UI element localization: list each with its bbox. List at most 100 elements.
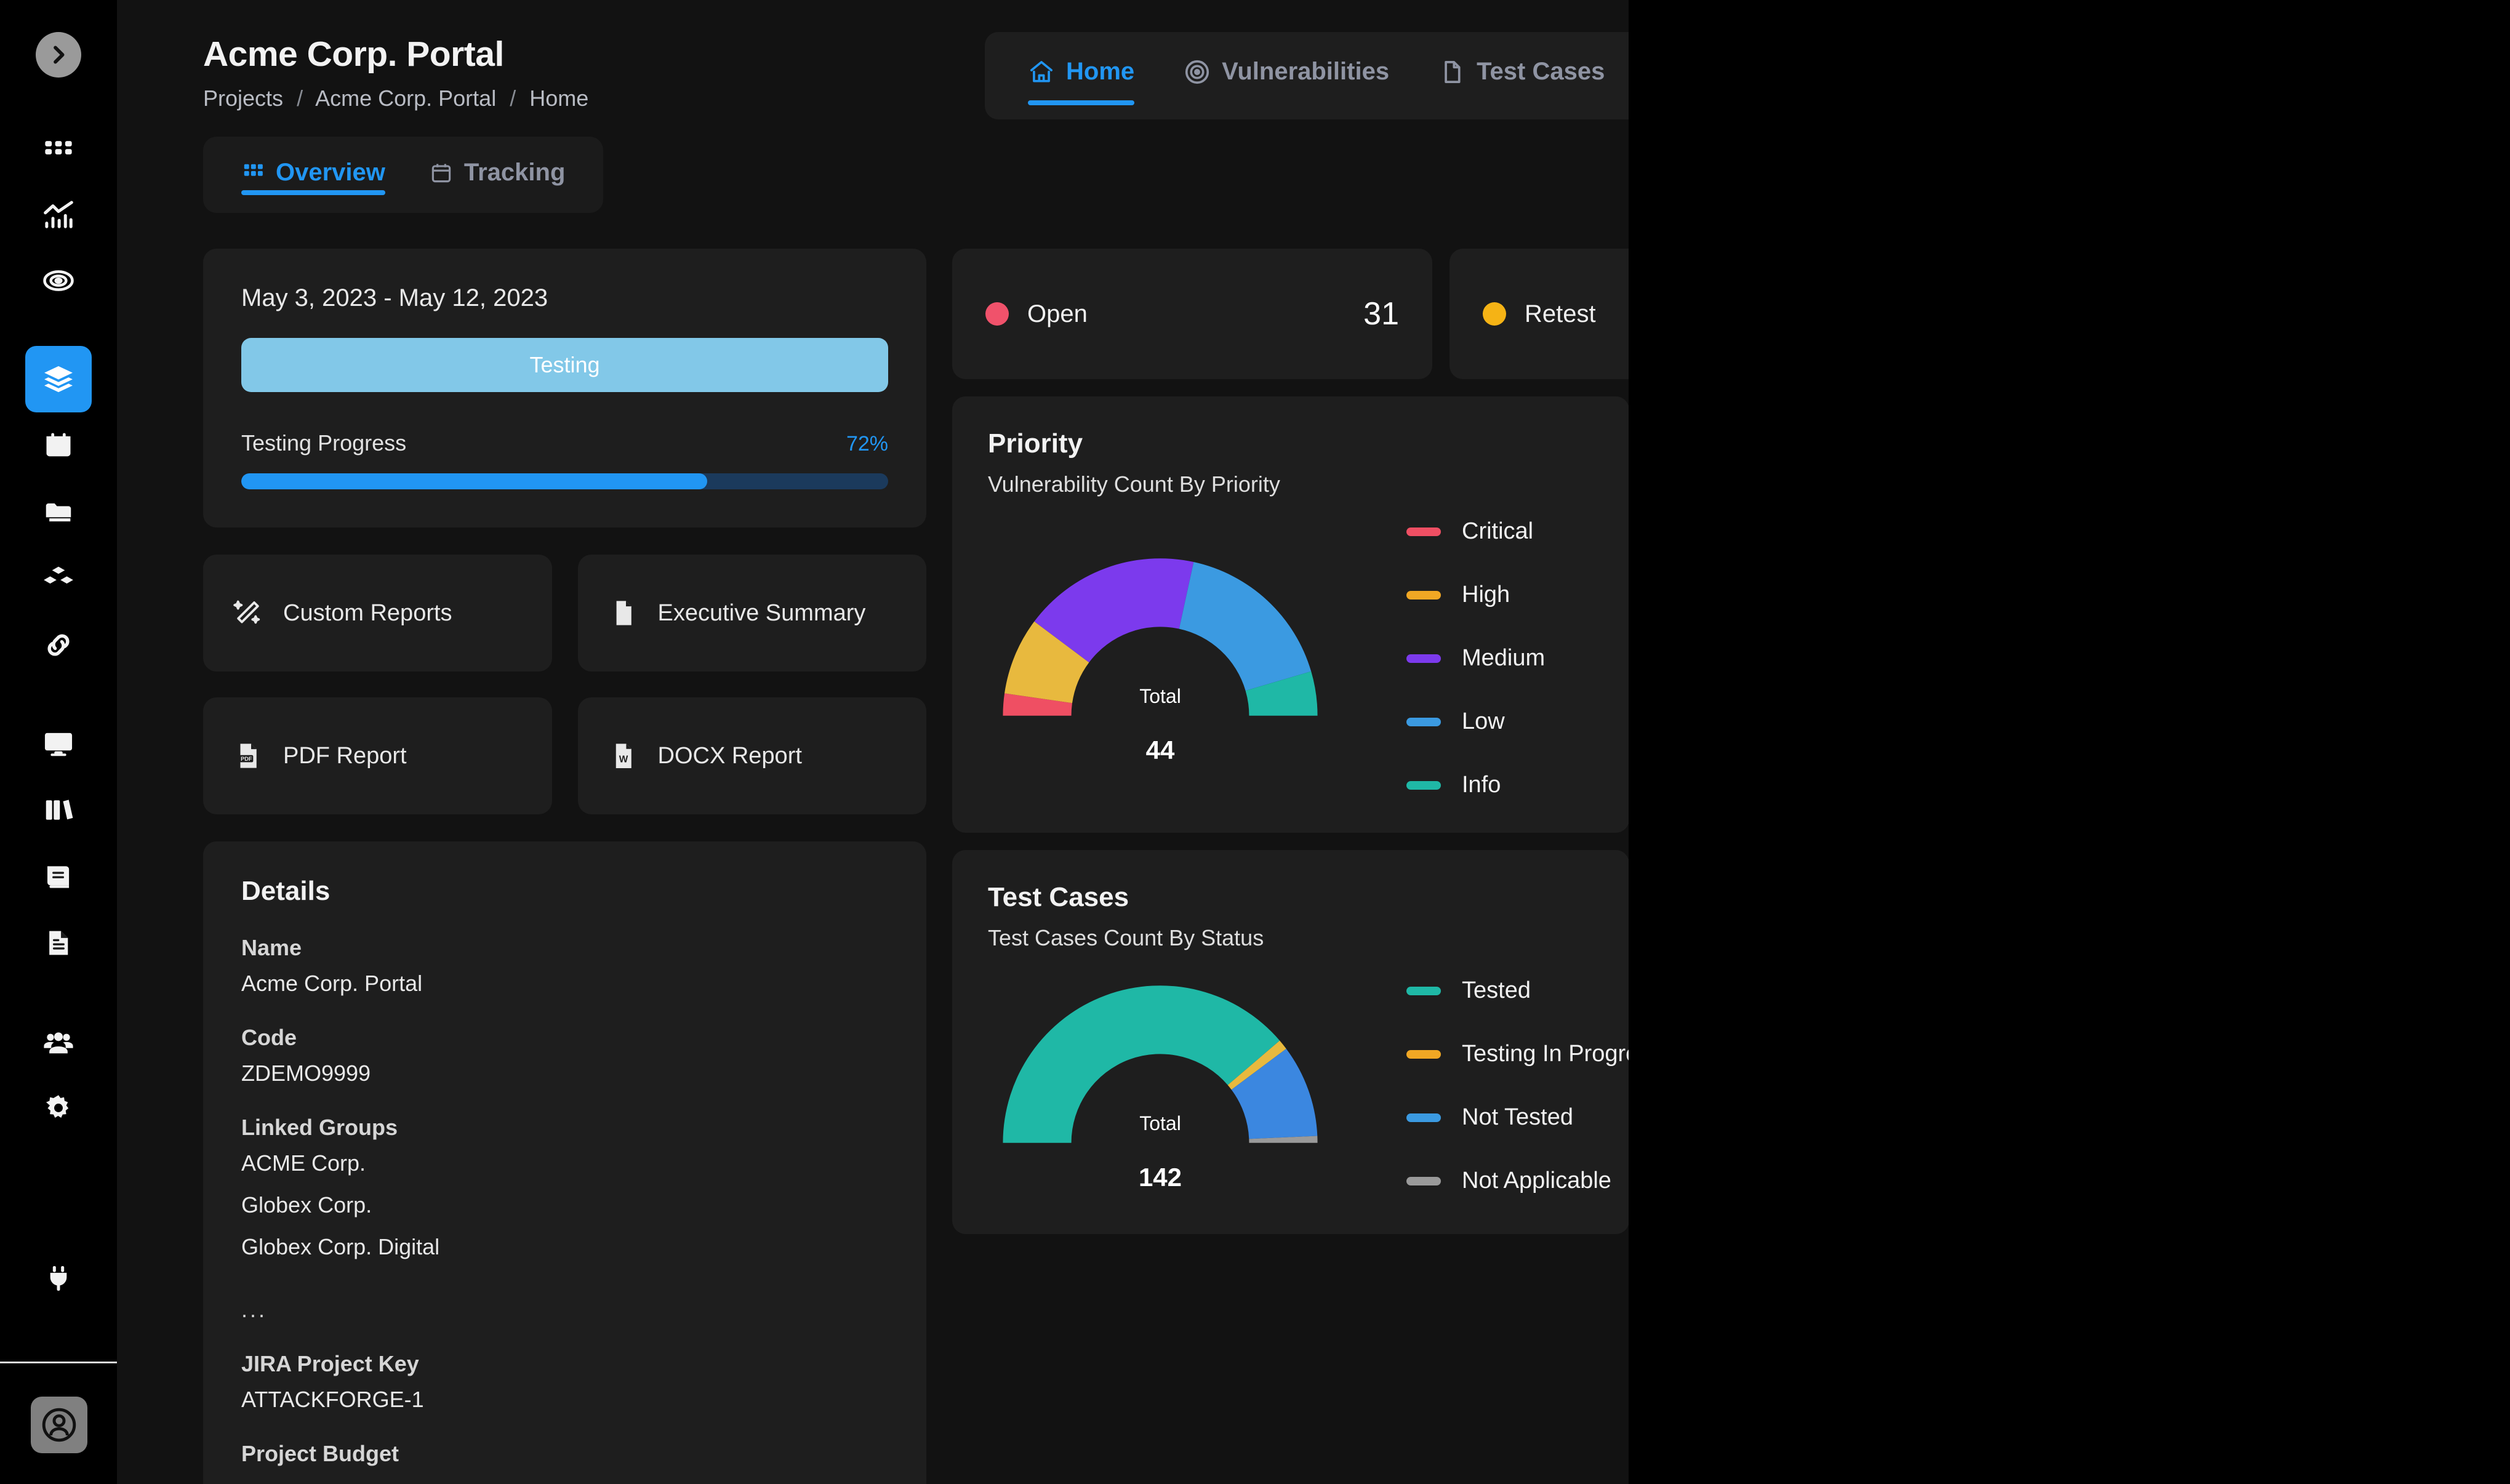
sidebar-item-users[interactable]: [25, 1008, 92, 1075]
legend-item[interactable]: Medium: [1406, 645, 1594, 672]
browser-viewport: Acme Corp. Portal Projects / Acme Corp. …: [0, 0, 1629, 1484]
sidebar: [0, 0, 117, 1484]
detail-value-linked-group: ACME Corp.: [241, 1150, 366, 1176]
top-nav: Home Vulnerabilities Test Cases Re: [985, 32, 1629, 119]
detail-value-code: ZDEMO9999: [241, 1061, 371, 1086]
sidebar-item-files[interactable]: [25, 479, 92, 545]
legend-item[interactable]: Low: [1406, 708, 1594, 735]
document-icon: [49, 931, 68, 955]
breadcrumb-item-home[interactable]: Home: [529, 86, 588, 111]
sidebar-item-apps[interactable]: [25, 114, 92, 181]
sidebar-item-settings[interactable]: [25, 1075, 92, 1141]
legend-label: Info: [1462, 772, 1501, 798]
legend-item[interactable]: Critical: [1406, 518, 1594, 545]
legend-label: High: [1462, 582, 1510, 608]
stat-open-value: 31: [1363, 296, 1399, 332]
pdf-file-icon: PDF: [239, 744, 257, 768]
legend-item[interactable]: Info: [1406, 772, 1594, 798]
priority-chart-body: Total 44 Critical High Medium Low Info: [988, 518, 1594, 798]
chart-icon: [44, 201, 73, 228]
legend-item[interactable]: High: [1406, 582, 1594, 608]
legend-label: Not Tested: [1462, 1104, 1573, 1130]
legend-item[interactable]: Not Tested: [1406, 1104, 1629, 1131]
docx-report-button[interactable]: W DOCX Report: [577, 697, 926, 814]
blocks-icon: [44, 566, 73, 584]
screen: Acme Corp. Portal Projects / Acme Corp. …: [0, 0, 2510, 1484]
sidebar-item-analytics[interactable]: [25, 181, 92, 247]
tab-overview[interactable]: Overview: [229, 137, 398, 195]
legend-swatch: [1406, 1113, 1441, 1122]
link-icon: [47, 634, 70, 656]
tab-tracking[interactable]: Tracking: [417, 137, 578, 187]
breadcrumb-item-projects[interactable]: Projects: [203, 86, 283, 111]
right-column: Open 31 Retest Priority Vulnerability Co…: [952, 249, 1629, 1484]
status-dot-open: [985, 302, 1009, 326]
sidebar-item-projects[interactable]: [25, 346, 92, 412]
gauge-segment[interactable]: [1179, 561, 1312, 691]
monitor-icon: [44, 732, 73, 756]
folder-icon: [46, 503, 71, 522]
sidebar-collapse-button[interactable]: [36, 32, 81, 78]
detail-key-project-budget: Project Budget: [241, 1441, 399, 1466]
calendar-icon: [431, 163, 451, 182]
sidebar-item-documents[interactable]: [25, 910, 92, 976]
target-icon: [43, 270, 74, 291]
stat-card-open[interactable]: Open 31: [952, 249, 1432, 379]
priority-legend: Critical High Medium Low Info: [1333, 518, 1594, 798]
stat-card-retest[interactable]: Retest: [1449, 249, 1629, 379]
pdf-report-label: PDF Report: [283, 742, 407, 769]
progress-bar-fill: [241, 473, 707, 489]
priority-total-label: Total: [1139, 684, 1181, 707]
tab-vulnerabilities[interactable]: Vulnerabilities: [1168, 32, 1405, 86]
test-cases-chart-subtitle: Test Cases Count By Status: [988, 925, 1264, 950]
legend-swatch: [1406, 654, 1441, 663]
sidebar-item-plugins[interactable]: [25, 1245, 92, 1312]
pdf-report-button[interactable]: PDF PDF Report: [203, 697, 552, 814]
chevron-right-icon: [54, 46, 65, 64]
sidebar-divider: [0, 1362, 117, 1363]
sidebar-item-assets[interactable]: [25, 545, 92, 612]
tab-test-cases[interactable]: Test Cases: [1422, 32, 1621, 86]
test-cases-legend: Tested Testing In Progre Not Tested Not App…: [1333, 977, 1629, 1194]
test-cases-chart-body: Total 142 Tested Testing In Progre Not Tes…: [988, 972, 1629, 1200]
grid-icon: [244, 164, 263, 176]
legend-label: Not Applicable: [1462, 1168, 1611, 1193]
sidebar-item-calendar[interactable]: [25, 412, 92, 479]
sidebar-item-monitor[interactable]: [25, 710, 92, 777]
user-avatar-icon: [42, 1408, 76, 1442]
home-icon: [1030, 60, 1053, 82]
users-icon: [44, 1032, 73, 1054]
sidebar-items: [0, 114, 117, 1141]
target-icon: [1185, 60, 1209, 84]
layers-icon: [44, 366, 73, 393]
tab-home[interactable]: Home: [1012, 32, 1150, 105]
page-header: Acme Corp. Portal Projects / Acme Corp. …: [117, 0, 1629, 142]
breadcrumb-item-project[interactable]: Acme Corp. Portal: [315, 86, 496, 111]
detail-key-linked-groups: Linked Groups: [241, 1115, 398, 1140]
avatar[interactable]: [31, 1397, 87, 1453]
sidebar-item-targets[interactable]: [25, 247, 92, 314]
legend-item[interactable]: Tested: [1406, 977, 1629, 1004]
legend-swatch: [1406, 527, 1441, 536]
legend-item[interactable]: Not Applicable: [1406, 1168, 1629, 1194]
legend-swatch: [1406, 1049, 1441, 1059]
sidebar-item-library[interactable]: [25, 777, 92, 843]
progress-percent: 72%: [846, 432, 888, 455]
tab-home-label: Home: [1066, 58, 1135, 85]
test-cases-total-value: 142: [1138, 1163, 1182, 1192]
custom-reports-button[interactable]: Custom Reports: [203, 555, 552, 672]
sidebar-item-integrations[interactable]: [25, 612, 92, 678]
left-column: May 3, 2023 - May 12, 2023 Testing Testi…: [203, 249, 926, 1484]
detail-value-linked-group: Globex Corp.: [241, 1192, 372, 1217]
status-badge[interactable]: Testing: [241, 338, 888, 392]
legend-item[interactable]: Testing In Progre: [1406, 1041, 1629, 1067]
executive-summary-button[interactable]: Executive Summary: [577, 555, 926, 672]
calendar-icon: [46, 433, 71, 457]
apps-grid-icon: [45, 141, 72, 154]
priority-total-value: 44: [1145, 735, 1175, 764]
svg-text:PDF: PDF: [241, 756, 252, 762]
test-cases-gauge: Total 142: [988, 972, 1333, 1200]
sidebar-item-knowledgebase[interactable]: [25, 843, 92, 910]
legend-label: Tested: [1462, 977, 1531, 1003]
priority-chart-title: Priority: [988, 428, 1083, 459]
